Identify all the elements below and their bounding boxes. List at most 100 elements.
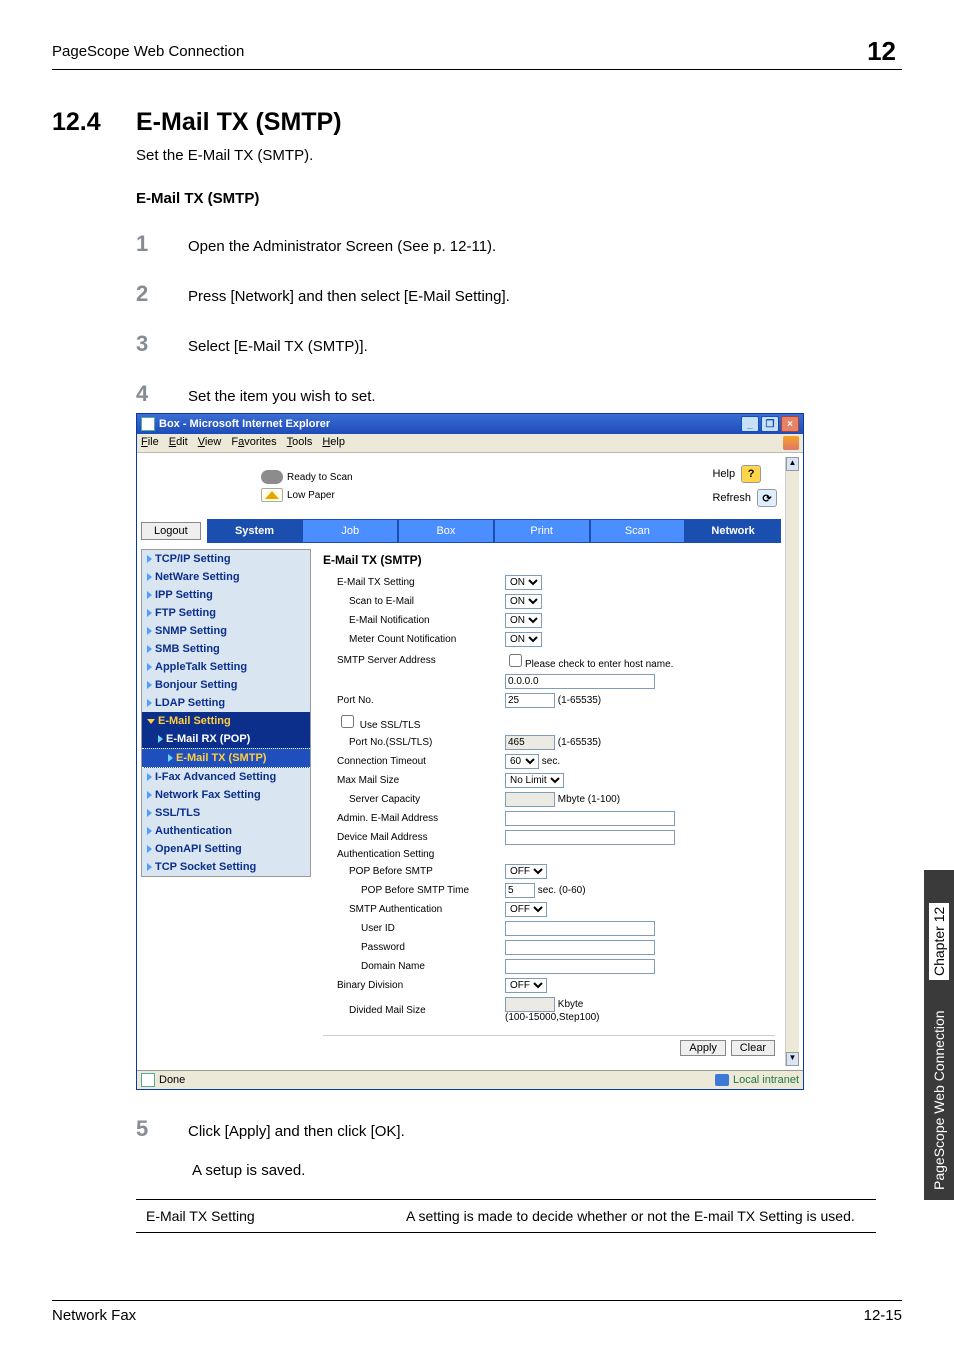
menubar: File Edit View Favorites Tools Help <box>137 434 803 453</box>
sel-timeout[interactable]: 60 <box>505 754 539 769</box>
nav-smb[interactable]: SMB Setting <box>142 640 310 658</box>
nav-ssl[interactable]: SSL/TLS <box>142 804 310 822</box>
lbl-authset: Authentication Setting <box>323 847 503 862</box>
menu-help[interactable]: Help <box>322 436 345 450</box>
step-number-4: 4 <box>136 381 188 407</box>
inp-port-ssl[interactable] <box>505 735 555 750</box>
lbl-devicemail: Device Mail Address <box>323 828 503 847</box>
lbl-email-tx: E-Mail TX Setting <box>323 573 503 592</box>
sel-smtp-auth[interactable]: OFF <box>505 902 547 917</box>
scroll-down-button[interactable]: ▼ <box>786 1052 799 1066</box>
inp-smtp-server[interactable] <box>505 674 655 689</box>
nav-tcpip[interactable]: TCP/IP Setting <box>142 550 310 568</box>
tab-system[interactable]: System <box>207 519 303 543</box>
nav-bonjour[interactable]: Bonjour Setting <box>142 676 310 694</box>
menu-favorites[interactable]: Favorites <box>231 436 276 450</box>
status-done: Done <box>159 1074 185 1086</box>
tab-box[interactable]: Box <box>398 519 494 543</box>
sel-scan-email[interactable]: ON <box>505 594 542 609</box>
tab-scan[interactable]: Scan <box>590 519 686 543</box>
step-text-4: Set the item you wish to set. <box>188 388 902 405</box>
nav-networkfax[interactable]: Network Fax Setting <box>142 786 310 804</box>
sel-binary[interactable]: OFF <box>505 978 547 993</box>
nav-email-tx-smtp[interactable]: E-Mail TX (SMTP) <box>142 748 310 768</box>
description-table: E-Mail TX Setting A setting is made to d… <box>136 1199 876 1233</box>
lbl-adminemail: Admin. E-Mail Address <box>323 809 503 828</box>
desc-col2: A setting is made to decide whether or n… <box>396 1200 876 1233</box>
sel-pop-smtp[interactable]: OFF <box>505 864 547 879</box>
sel-meter[interactable]: ON <box>505 632 542 647</box>
chk-ssl[interactable] <box>341 715 354 728</box>
tab-print[interactable]: Print <box>494 519 590 543</box>
inp-devicemail[interactable] <box>505 830 675 845</box>
nav-openapi[interactable]: OpenAPI Setting <box>142 840 310 858</box>
nav-snmp[interactable]: SNMP Setting <box>142 622 310 640</box>
inp-adminemail[interactable] <box>505 811 675 826</box>
subhead: E-Mail TX (SMTP) <box>136 190 902 207</box>
section-number: 12.4 <box>52 108 136 137</box>
chk-hostname[interactable] <box>509 654 522 667</box>
desc-col1: E-Mail TX Setting <box>136 1200 396 1233</box>
refresh-icon[interactable]: ⟳ <box>757 489 777 507</box>
inp-servercap[interactable] <box>505 792 555 807</box>
help-link[interactable]: Help <box>712 468 735 480</box>
step-text-1: Open the Administrator Screen (See p. 12… <box>188 238 902 255</box>
lbl-maxmail: Max Mail Size <box>323 771 503 790</box>
logout-button[interactable]: Logout <box>141 522 201 540</box>
nav-tcpsocket[interactable]: TCP Socket Setting <box>142 858 310 876</box>
sel-email-tx[interactable]: ON <box>505 575 542 590</box>
nav-ifax[interactable]: I-Fax Advanced Setting <box>142 768 310 786</box>
form-heading: E-Mail TX (SMTP) <box>323 553 775 567</box>
sel-email-notif[interactable]: ON <box>505 613 542 628</box>
nav-appletalk[interactable]: AppleTalk Setting <box>142 658 310 676</box>
menu-edit[interactable]: Edit <box>169 436 188 450</box>
ie-flag-icon <box>783 436 799 450</box>
printer-status-icon <box>261 470 283 484</box>
menu-tools[interactable]: Tools <box>287 436 313 450</box>
nav-ftp[interactable]: FTP Setting <box>142 604 310 622</box>
lbl-domain: Domain Name <box>323 957 503 976</box>
clear-button[interactable]: Clear <box>731 1040 775 1056</box>
unit-timeout: sec. <box>542 756 560 767</box>
range-port: (1-65535) <box>558 695 601 706</box>
header-chapter-number: 12 <box>861 36 902 67</box>
menu-view[interactable]: View <box>198 436 222 450</box>
menu-file[interactable]: File <box>141 436 159 450</box>
help-icon[interactable]: ? <box>741 465 761 483</box>
inp-password[interactable] <box>505 940 655 955</box>
inp-domain[interactable] <box>505 959 655 974</box>
inp-pop-time[interactable] <box>505 883 535 898</box>
step-text-3: Select [E-Mail TX (SMTP)]. <box>188 338 902 355</box>
tab-job[interactable]: Job <box>302 519 398 543</box>
nav-email-rx-pop[interactable]: E-Mail RX (POP) <box>142 730 310 748</box>
nav-netware[interactable]: NetWare Setting <box>142 568 310 586</box>
refresh-link[interactable]: Refresh <box>712 492 751 504</box>
scrollbar-track[interactable] <box>786 471 799 1052</box>
inp-userid[interactable] <box>505 921 655 936</box>
footer-right: 12-15 <box>864 1307 902 1324</box>
lbl-email-notif: E-Mail Notification <box>323 611 503 630</box>
minimize-button[interactable]: _ <box>741 416 759 432</box>
result-text: A setup is saved. <box>192 1162 902 1179</box>
nav-email-setting[interactable]: E-Mail Setting <box>142 712 310 730</box>
page-done-icon <box>141 1073 155 1087</box>
intro-text: Set the E-Mail TX (SMTP). <box>136 147 902 164</box>
scroll-up-button[interactable]: ▲ <box>786 457 799 471</box>
lbl-scan-email: Scan to E-Mail <box>323 592 503 611</box>
status-low-paper: Low Paper <box>287 490 335 501</box>
lbl-port-ssl: Port No.(SSL/TLS) <box>323 733 503 752</box>
header-title: PageScope Web Connection <box>52 43 244 60</box>
maximize-button[interactable]: ❐ <box>761 416 779 432</box>
sel-maxmail[interactable]: No Limit <box>505 773 564 788</box>
inp-divmail[interactable] <box>505 997 555 1012</box>
inp-port[interactable] <box>505 693 555 708</box>
nav-auth[interactable]: Authentication <box>142 822 310 840</box>
close-button[interactable]: × <box>781 416 799 432</box>
lbl-divmail: Divided Mail Size <box>323 995 503 1025</box>
range-port-ssl: (1-65535) <box>558 737 601 748</box>
lbl-smtp-server: SMTP Server Address <box>323 649 503 672</box>
nav-ipp[interactable]: IPP Setting <box>142 586 310 604</box>
apply-button[interactable]: Apply <box>680 1040 726 1056</box>
nav-ldap[interactable]: LDAP Setting <box>142 694 310 712</box>
tab-network[interactable]: Network <box>685 519 781 543</box>
